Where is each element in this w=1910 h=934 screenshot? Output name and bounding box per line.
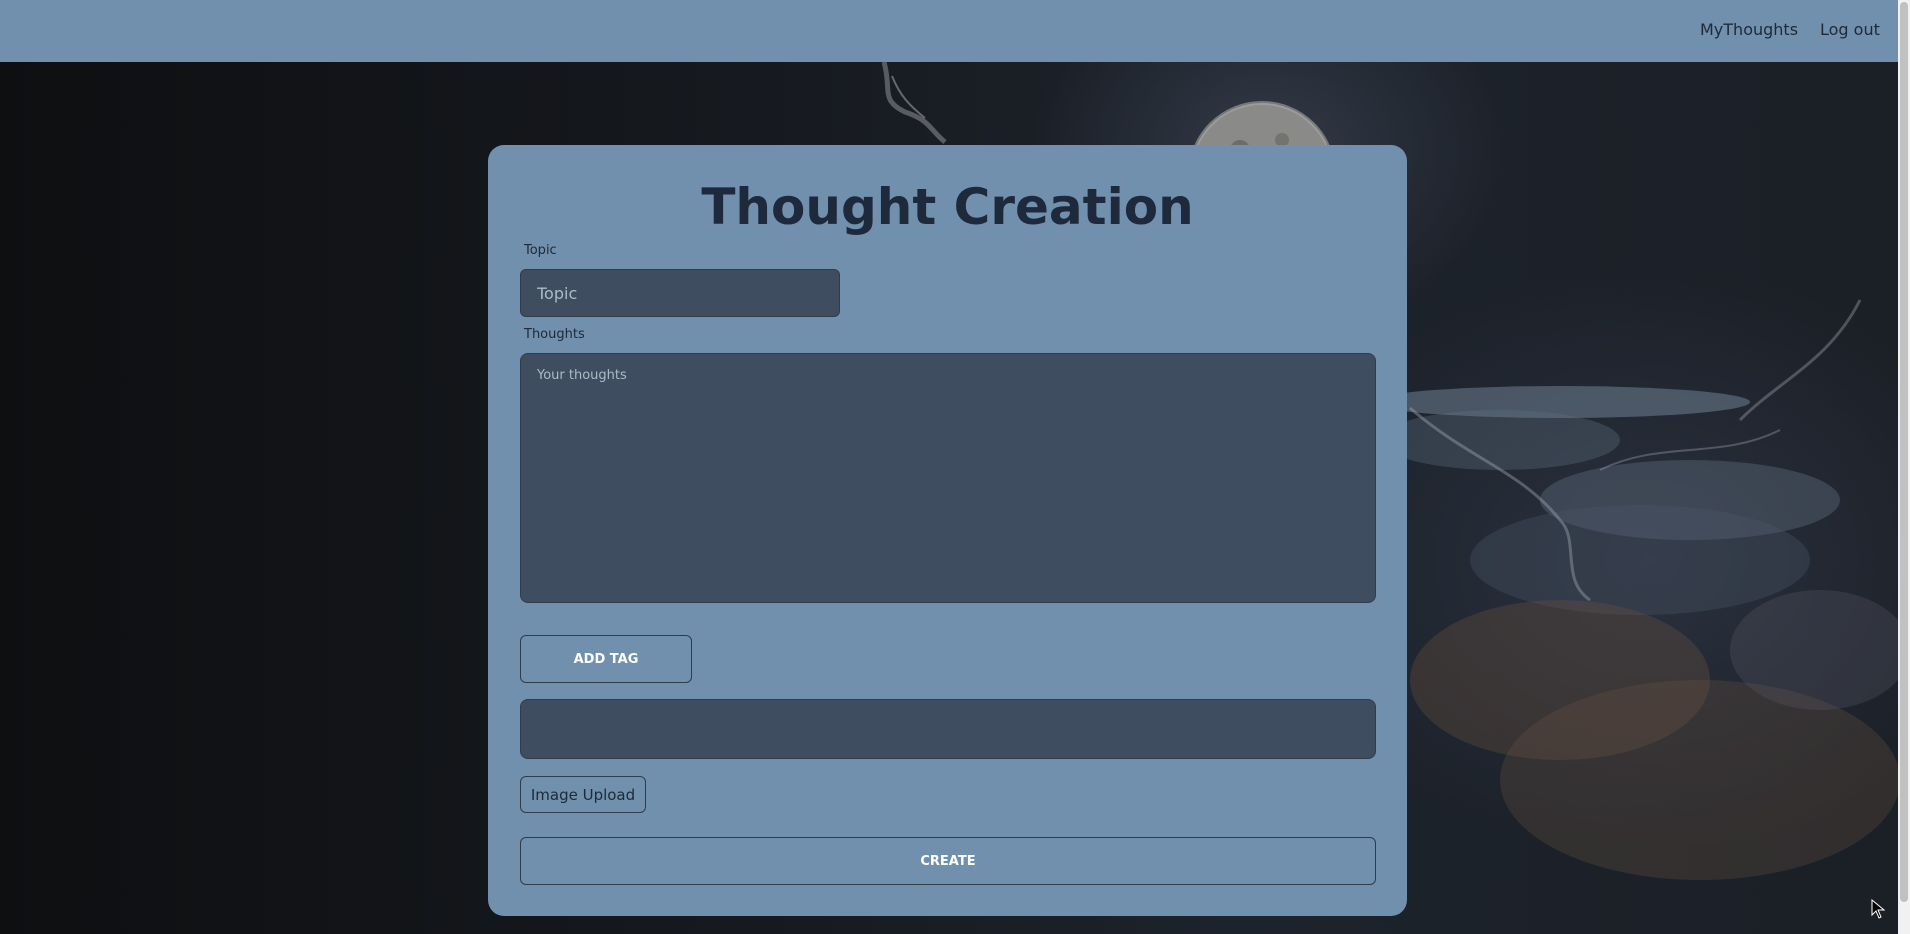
scrollbar-thumb[interactable] (1900, 2, 1908, 902)
mouse-pointer-icon (1871, 899, 1886, 919)
create-button[interactable]: CREATE (520, 837, 1376, 885)
nav-link-mythoughts[interactable]: MyThoughts (1700, 20, 1798, 39)
page: MyThoughts Log out Thought Creation Topi… (0, 0, 1910, 934)
tags-container (520, 699, 1376, 759)
page-scrollbar[interactable] (1898, 0, 1910, 934)
topic-input[interactable] (520, 269, 840, 317)
top-navbar: MyThoughts Log out (0, 0, 1898, 62)
thoughts-label: Thoughts (524, 327, 585, 342)
topic-label: Topic (524, 243, 557, 258)
thoughts-textarea[interactable] (520, 353, 1376, 603)
thought-creation-card: Thought Creation Topic Thoughts ADD TAG … (488, 145, 1407, 916)
nav-link-logout[interactable]: Log out (1820, 20, 1880, 39)
image-upload-button[interactable]: Image Upload (520, 776, 646, 813)
add-tag-button[interactable]: ADD TAG (520, 635, 692, 683)
page-title: Thought Creation (701, 178, 1194, 236)
